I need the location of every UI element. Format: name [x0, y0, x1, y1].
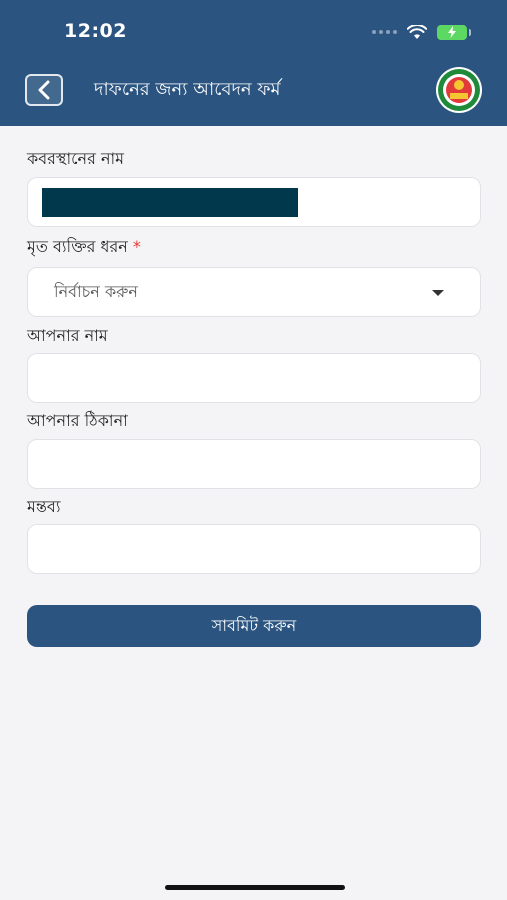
- required-asterisk: *: [132, 237, 141, 256]
- back-button[interactable]: [25, 74, 63, 106]
- applicant-name-input[interactable]: [27, 353, 481, 403]
- page-title: দাফনের জন্য আবেদন ফর্ম: [94, 79, 281, 100]
- wifi-icon: [407, 24, 427, 39]
- deceased-type-label: মৃত ব্যক্তির ধরন *: [27, 236, 141, 258]
- caret-down-icon: [432, 290, 444, 296]
- comment-input[interactable]: [27, 524, 481, 574]
- home-indicator[interactable]: [165, 885, 345, 890]
- status-time: 12:02: [64, 20, 127, 42]
- screen: 12:02 দাফনের জন্য আবেদন ফর্ম কবরস্থানের …: [0, 0, 507, 900]
- comment-label: মন্তব্য: [27, 497, 61, 516]
- status-icons: [372, 22, 471, 42]
- chevron-left-icon: [38, 80, 50, 100]
- applicant-name-label: আপনার নাম: [27, 326, 108, 345]
- battery-charging-icon: [437, 24, 471, 40]
- graveyard-name-input[interactable]: [27, 177, 481, 227]
- applicant-address-label: আপনার ঠিকানা: [27, 411, 128, 430]
- graveyard-name-label: কবরস্থানের নাম: [27, 149, 125, 168]
- redacted-value: [42, 188, 298, 217]
- applicant-address-input[interactable]: [27, 439, 481, 489]
- deceased-type-select[interactable]: নির্বাচন করুন: [27, 267, 481, 317]
- city-corporation-emblem-icon: [436, 67, 482, 113]
- deceased-type-label-text: মৃত ব্যক্তির ধরন: [27, 237, 128, 256]
- deceased-type-selected: নির্বাচন করুন: [54, 282, 138, 301]
- submit-button[interactable]: সাবমিট করুন: [27, 605, 481, 647]
- app-header: 12:02 দাফনের জন্য আবেদন ফর্ম: [0, 0, 507, 126]
- cellular-signal-icon: [372, 30, 397, 34]
